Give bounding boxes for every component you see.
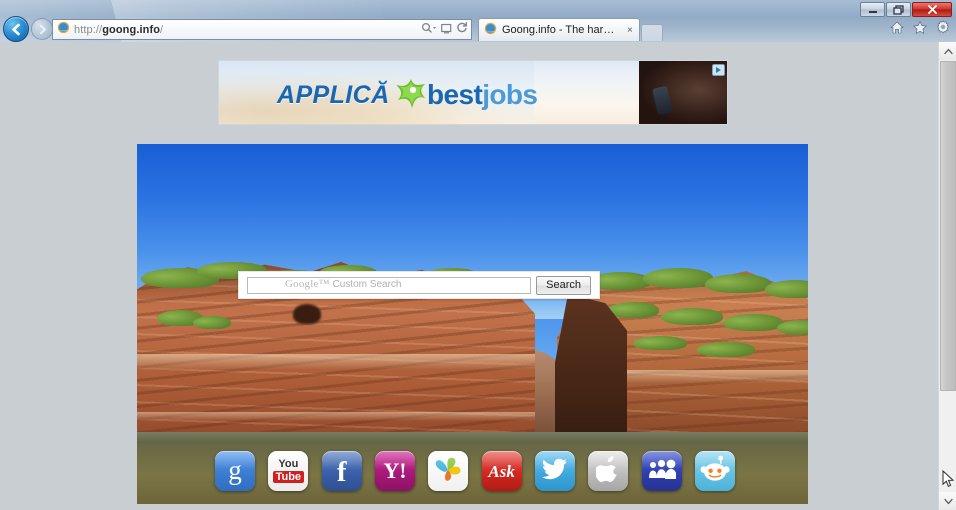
adchoices-icon[interactable] [712,63,725,81]
tab-goong-info[interactable]: Goong.info - The harmony ... × [478,18,640,41]
dock-icon-ask[interactable]: Ask [481,451,522,491]
dock-icon-google[interactable]: g [215,451,255,491]
browser-window: http://goong.info/ Goong.info - The harm… [0,0,956,510]
dock-icon-youtube[interactable]: You Tube [268,451,309,491]
scroll-up-button[interactable] [939,42,956,60]
search-icon[interactable] [421,21,437,39]
vegetation [697,342,755,357]
msn-butterfly-icon [434,456,462,487]
dock-icon-msn[interactable] [428,451,469,491]
compatibility-view-icon[interactable] [441,21,452,39]
vegetation [643,268,713,288]
navigation-buttons [3,16,53,42]
address-bar[interactable]: http://goong.info/ [52,19,472,40]
vegetation [705,274,771,293]
ad-applica-text: APPLICĂ [277,81,390,109]
vertical-scrollbar[interactable] [938,42,956,510]
apple-icon [595,455,620,488]
reddit-alien-icon [700,455,730,488]
site-search-bar: Google™ Custom Search Search [238,271,600,299]
shortcut-dock: g You Tube f Y! Ask [215,448,735,494]
hero-photo: Google™ Custom Search Search g You Tube [137,144,808,504]
close-button[interactable] [912,2,952,17]
scroll-down-button[interactable] [939,492,956,510]
advertisement-banner[interactable]: APPLICĂ bestjobs [218,60,728,125]
search-input[interactable] [247,276,532,294]
dock-icon-facebook[interactable]: f [321,451,362,491]
youtube-icon: You [278,458,299,470]
page-viewport: APPLICĂ bestjobs Google™ Custom Search S… [0,42,956,510]
dock-icon-apple[interactable] [588,451,629,491]
green-star-icon [394,78,428,110]
restore-button[interactable] [886,2,911,17]
yahoo-icon: Y! [383,458,407,483]
myspace-icon [648,458,677,485]
scrollbar-thumb[interactable] [940,61,956,391]
vegetation [777,320,808,335]
youtube-icon-tube: Tube [272,471,305,483]
address-bar-icons [421,20,468,39]
window-controls [859,2,952,18]
dock-icon-reddit[interactable] [694,451,735,491]
refresh-icon[interactable] [456,21,468,39]
web-page: APPLICĂ bestjobs Google™ Custom Search S… [0,42,938,510]
ask-icon: Ask [488,461,515,481]
tab-favicon-icon [484,22,497,38]
vegetation [633,336,687,350]
star-icon[interactable] [913,20,927,39]
chrome-toolbar [890,20,950,39]
dock-icon-yahoo[interactable]: Y! [374,451,415,491]
gear-icon[interactable] [936,20,950,39]
twitter-bird-icon [541,457,569,486]
home-icon[interactable] [890,21,904,39]
dock-icon-twitter[interactable] [534,451,575,491]
ad-brand-jobs: jobs [482,79,538,110]
minimize-button[interactable] [860,2,885,17]
vegetation [723,314,783,331]
back-button[interactable] [3,16,29,42]
vegetation [193,316,231,329]
tab-close-icon[interactable]: × [627,25,633,36]
url-text: http://goong.info/ [74,23,164,36]
search-button[interactable]: Search [536,275,591,295]
new-tab-button[interactable] [640,24,663,41]
forward-button[interactable] [31,18,53,40]
facebook-icon: f [336,455,347,488]
ie-favicon-icon [57,21,70,39]
dock-icon-myspace[interactable] [641,451,682,491]
vegetation [661,308,723,325]
vegetation [765,280,808,298]
tab-title: Goong.info - The harmony ... [502,24,620,36]
ad-brand-best: best [427,79,483,110]
ad-brand-text: bestjobs [427,79,538,111]
google-icon: g [228,454,242,485]
tab-strip: Goong.info - The harmony ... × [478,17,663,41]
